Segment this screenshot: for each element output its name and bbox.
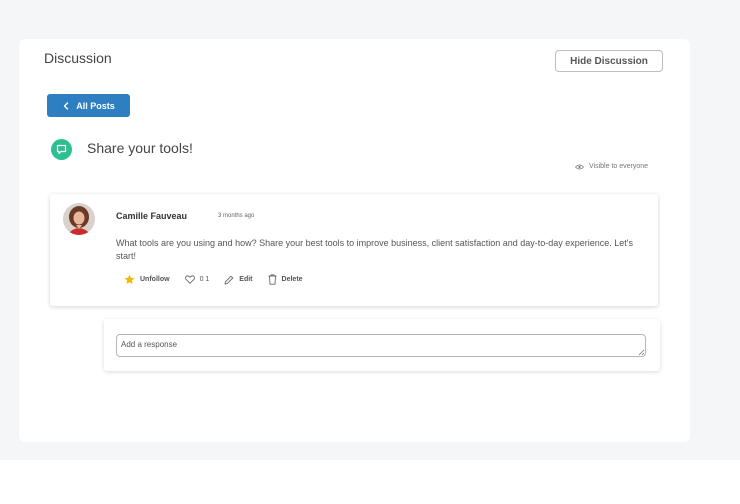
all-posts-label: All Posts bbox=[76, 100, 115, 111]
edit-button[interactable]: Edit bbox=[224, 275, 253, 285]
delete-label: Delete bbox=[281, 276, 303, 283]
trash-icon bbox=[268, 274, 277, 285]
resize-handle-icon[interactable] bbox=[637, 348, 645, 356]
chat-bubble-icon bbox=[51, 139, 72, 160]
unfollow-button[interactable]: Unfollow bbox=[124, 274, 170, 285]
page-footer-area bbox=[0, 460, 740, 504]
chevron-left-icon bbox=[64, 101, 69, 110]
like-count: 0 1 bbox=[199, 276, 210, 283]
all-posts-button[interactable]: All Posts bbox=[47, 94, 130, 117]
pencil-icon bbox=[224, 275, 234, 284]
like-button[interactable]: 0 1 bbox=[184, 275, 210, 284]
unfollow-label: Unfollow bbox=[140, 276, 170, 283]
eye-icon bbox=[575, 164, 584, 169]
discussion-panel: Discussion Hide Discussion All Posts Sha… bbox=[19, 39, 690, 442]
post-author[interactable]: Camille Fauveau bbox=[116, 211, 187, 221]
post-timestamp: 3 months ago bbox=[218, 213, 255, 219]
visibility-indicator: Visible to everyone bbox=[575, 163, 648, 170]
visibility-label: Visible to everyone bbox=[589, 163, 649, 170]
post-card: Camille Fauveau 3 months ago What tools … bbox=[50, 194, 658, 306]
delete-button[interactable]: Delete bbox=[268, 274, 303, 285]
post-actions: Unfollow 0 1 Edit Delete bbox=[124, 274, 318, 285]
post-body: What tools are you using and how? Share … bbox=[116, 238, 634, 261]
hide-discussion-button[interactable]: Hide Discussion bbox=[555, 50, 663, 72]
edit-label: Edit bbox=[239, 276, 253, 283]
heart-icon bbox=[184, 275, 195, 284]
avatar[interactable] bbox=[63, 203, 95, 235]
topic-title: Share your tools! bbox=[87, 140, 193, 156]
panel-title: Discussion bbox=[44, 50, 112, 66]
response-input[interactable] bbox=[116, 334, 646, 357]
star-icon bbox=[124, 274, 135, 284]
reply-card bbox=[104, 319, 660, 371]
